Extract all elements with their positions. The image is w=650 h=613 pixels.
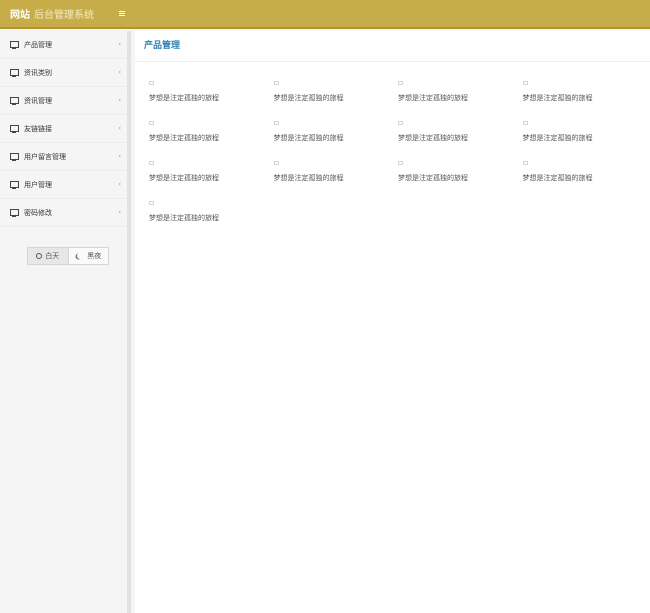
product-title[interactable]: 梦想是注定孤独的旅程 xyxy=(523,173,593,183)
product-card[interactable]: 梦想是注定孤独的旅程 xyxy=(522,161,648,201)
image-placeholder-icon xyxy=(273,81,279,85)
moon-icon xyxy=(77,253,83,259)
sidebar-item-messages[interactable]: 用户留言管理 ‹ xyxy=(0,143,127,171)
monitor-icon xyxy=(10,208,19,217)
image-placeholder-icon xyxy=(522,121,528,125)
product-card[interactable]: 梦想是注定孤独的旅程 xyxy=(149,161,274,201)
menu-icon[interactable] xyxy=(118,10,128,18)
image-placeholder-icon xyxy=(273,121,279,125)
product-grid: 梦想是注定孤独的旅程 梦想是注定孤独的旅程 梦想是注定孤独的旅程 梦想是注定孤独的旅程… xyxy=(149,81,649,241)
theme-night-button[interactable]: 黑夜 xyxy=(69,248,109,264)
monitor-icon xyxy=(10,40,19,49)
top-header: 网站 后台管理系统 xyxy=(0,0,650,29)
monitor-icon xyxy=(10,68,19,77)
product-title[interactable]: 梦想是注定孤独的旅程 xyxy=(398,173,468,183)
brand: 网站 后台管理系统 xyxy=(0,6,94,21)
product-card[interactable]: 梦想是注定孤独的旅程 xyxy=(398,121,523,161)
product-title[interactable]: 梦想是注定孤独的旅程 xyxy=(274,173,344,183)
chevron-left-icon: ‹ xyxy=(118,97,121,104)
image-placeholder-icon xyxy=(522,161,528,165)
monitor-icon xyxy=(10,180,19,189)
monitor-icon xyxy=(10,96,19,105)
product-title[interactable]: 梦想是注定孤独的旅程 xyxy=(149,133,219,143)
image-placeholder-icon xyxy=(398,81,403,85)
sidebar-item-products[interactable]: 产品管理 ‹ xyxy=(0,31,127,59)
product-card[interactable]: 梦想是注定孤独的旅程 xyxy=(149,201,274,241)
sidebar-item-label: 密码修改 xyxy=(24,209,52,217)
chevron-left-icon: ‹ xyxy=(118,153,121,160)
product-card[interactable]: 梦想是注定孤独的旅程 xyxy=(522,81,648,121)
page-title: 产品管理 xyxy=(135,31,650,62)
theme-switch: 白天 黑夜 xyxy=(27,247,109,265)
chevron-left-icon: ‹ xyxy=(118,41,121,48)
product-title[interactable]: 梦想是注定孤独的旅程 xyxy=(523,133,593,143)
sidebar-item-links[interactable]: 友链链接 ‹ xyxy=(0,115,127,143)
monitor-icon xyxy=(10,124,19,133)
product-title[interactable]: 梦想是注定孤独的旅程 xyxy=(149,213,219,223)
product-card[interactable]: 梦想是注定孤独的旅程 xyxy=(273,161,399,201)
product-card[interactable]: 梦想是注定孤独的旅程 xyxy=(149,81,274,121)
chevron-left-icon: ‹ xyxy=(118,125,121,132)
product-title[interactable]: 梦想是注定孤独的旅程 xyxy=(149,173,219,183)
sidebar-item-label: 资讯管理 xyxy=(24,97,52,105)
product-card[interactable]: 梦想是注定孤独的旅程 xyxy=(522,121,648,161)
sidebar-item-users[interactable]: 用户管理 ‹ xyxy=(0,171,127,199)
image-placeholder-icon xyxy=(149,81,154,85)
theme-day-label: 白天 xyxy=(45,253,60,260)
sidebar: 产品管理 ‹ 资讯类别 ‹ 资讯管理 ‹ 友链链接 ‹ 用户留言管理 ‹ 用户管… xyxy=(0,31,131,613)
sidebar-item-label: 产品管理 xyxy=(24,41,52,49)
product-title[interactable]: 梦想是注定孤独的旅程 xyxy=(274,133,344,143)
product-card[interactable]: 梦想是注定孤独的旅程 xyxy=(273,81,399,121)
product-title[interactable]: 梦想是注定孤独的旅程 xyxy=(149,93,219,103)
chevron-left-icon: ‹ xyxy=(118,209,121,216)
product-card[interactable]: 梦想是注定孤独的旅程 xyxy=(398,81,523,121)
image-placeholder-icon xyxy=(522,81,528,85)
product-title[interactable]: 梦想是注定孤独的旅程 xyxy=(523,93,593,103)
image-placeholder-icon xyxy=(273,161,279,165)
theme-night-label: 黑夜 xyxy=(87,253,102,260)
product-card[interactable]: 梦想是注定孤独的旅程 xyxy=(149,121,274,161)
sidebar-item-news-categories[interactable]: 资讯类别 ‹ xyxy=(0,59,127,87)
image-placeholder-icon xyxy=(149,201,154,205)
sidebar-item-label: 用户管理 xyxy=(24,181,52,189)
monitor-icon xyxy=(10,152,19,161)
sidebar-item-news[interactable]: 资讯管理 ‹ xyxy=(0,87,127,115)
sidebar-item-label: 资讯类别 xyxy=(24,69,52,77)
product-card[interactable]: 梦想是注定孤独的旅程 xyxy=(273,121,399,161)
product-card[interactable]: 梦想是注定孤独的旅程 xyxy=(398,161,523,201)
brand-name: 网站 xyxy=(10,10,30,21)
chevron-left-icon: ‹ xyxy=(118,181,121,188)
image-placeholder-icon xyxy=(398,121,403,125)
image-placeholder-icon xyxy=(398,161,403,165)
sidebar-item-label: 友链链接 xyxy=(24,125,52,133)
theme-day-button[interactable]: 白天 xyxy=(28,248,69,264)
brand-subtitle: 后台管理系统 xyxy=(34,10,94,21)
image-placeholder-icon xyxy=(149,161,154,165)
product-title[interactable]: 梦想是注定孤独的旅程 xyxy=(398,133,468,143)
sidebar-item-password[interactable]: 密码修改 ‹ xyxy=(0,199,127,227)
chevron-left-icon: ‹ xyxy=(118,69,121,76)
product-title[interactable]: 梦想是注定孤独的旅程 xyxy=(274,93,344,103)
sidebar-item-label: 用户留言管理 xyxy=(24,153,66,161)
product-title[interactable]: 梦想是注定孤独的旅程 xyxy=(398,93,468,103)
main-content: 产品管理 梦想是注定孤独的旅程 梦想是注定孤独的旅程 梦想是注定孤独的旅程 梦想是注定… xyxy=(135,31,650,613)
image-placeholder-icon xyxy=(149,121,154,125)
sun-icon xyxy=(36,253,43,259)
